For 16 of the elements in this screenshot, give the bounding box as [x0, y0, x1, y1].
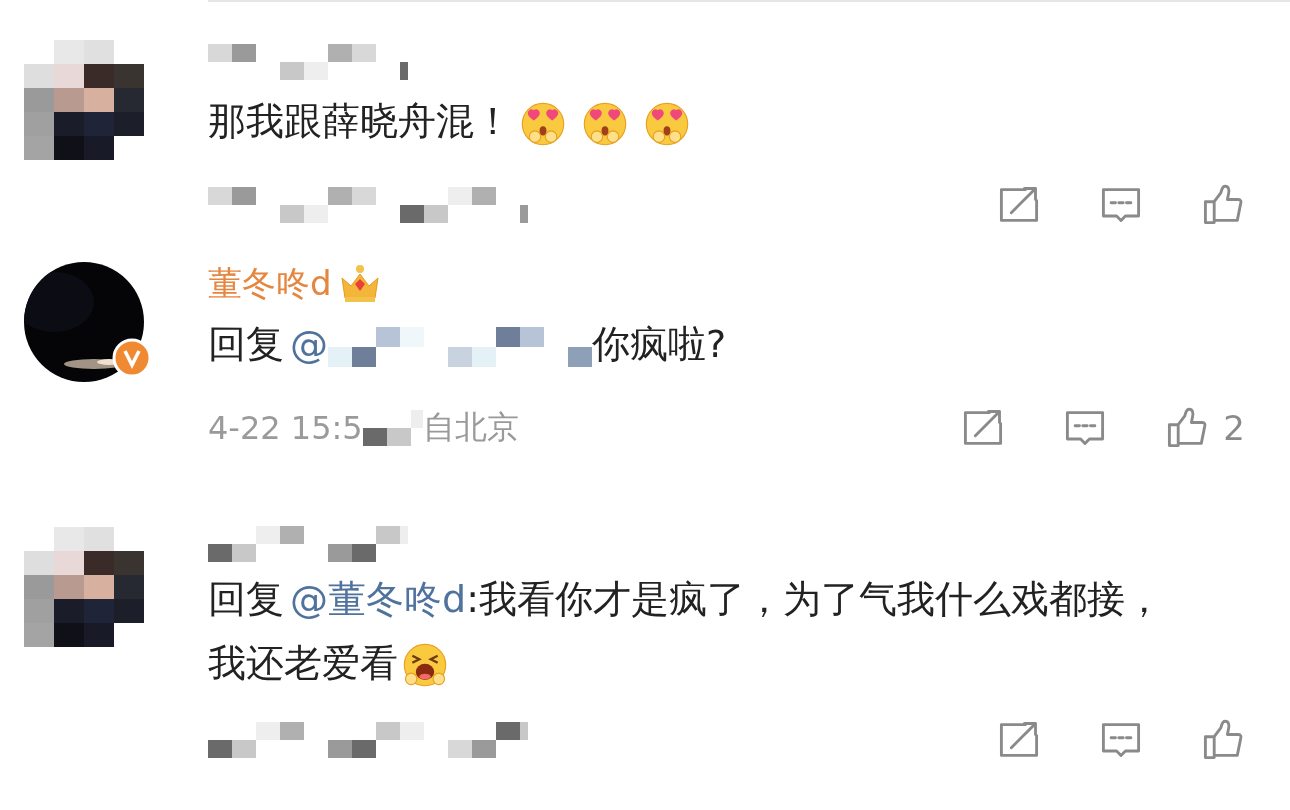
mention-link[interactable]: @董冬咚d [290, 576, 467, 621]
thumbs-up-icon [1201, 182, 1245, 227]
mosaic-drawing [362, 410, 423, 446]
comment-text: 回复@ 你疯啦? [208, 321, 728, 369]
comment-meta: 4-22 15:5 [208, 409, 363, 447]
like-button[interactable] [1201, 182, 1245, 227]
heart-eyes-emoji-icon [644, 100, 690, 147]
comment-meta: 自北京 [422, 407, 519, 448]
crying-emoji-icon [402, 642, 448, 689]
heart-eyes-emoji-icon [582, 100, 628, 147]
mention-link[interactable]: @ [290, 322, 328, 366]
like-button[interactable]: 2 [1165, 406, 1245, 450]
author-name[interactable]: 董冬咚d [208, 261, 332, 307]
comment-text: 回复@董冬咚d:我看你才是疯了，为了气我什么戏都接，我还老爱看 [208, 566, 1183, 695]
heart-eyes-emoji-icon [520, 100, 566, 147]
comment-text: 那我跟薛晓舟混！ [208, 89, 1183, 154]
